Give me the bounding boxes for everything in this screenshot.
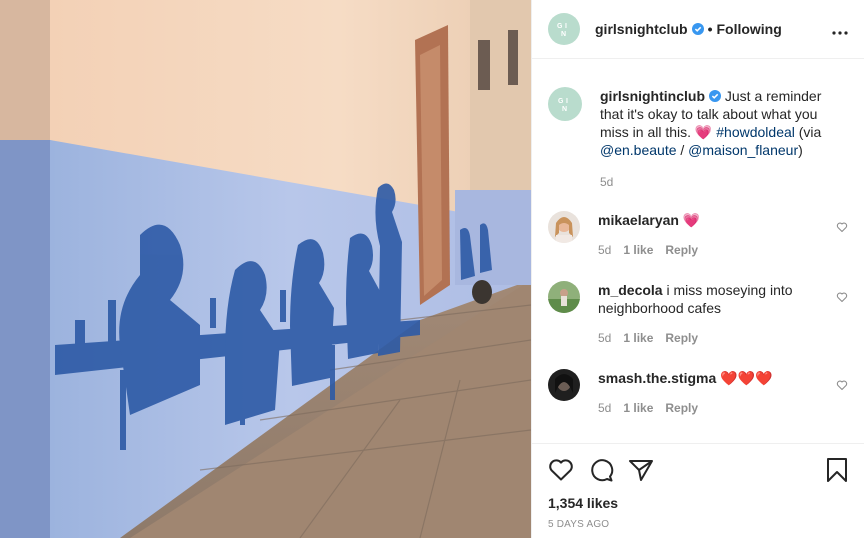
comment-body: mikaelaryan 💗 5d 1 like Reply xyxy=(598,211,848,259)
instagram-post: G I N girlsnightclub • Following G I N g… xyxy=(0,0,864,538)
comment-text: 💗 xyxy=(682,212,701,228)
post-header: G I N girlsnightclub • Following xyxy=(532,0,864,59)
comment-like-count[interactable]: 1 like xyxy=(623,401,653,415)
svg-text:N: N xyxy=(562,106,567,113)
avatar-photo-icon xyxy=(548,211,580,243)
caption-text-2: (via xyxy=(798,124,822,140)
comment-username[interactable]: smash.the.stigma xyxy=(598,370,716,386)
comment-bubble-icon[interactable] xyxy=(588,457,614,483)
mention-en-beaute[interactable]: @en.beaute xyxy=(600,142,677,158)
like-comment-heart-icon[interactable] xyxy=(836,291,848,303)
caption-time[interactable]: 5d xyxy=(600,175,613,189)
svg-text:N: N xyxy=(561,31,566,38)
comment-row: m_decola i miss moseying into neighborho… xyxy=(548,281,848,347)
caption-body: girlsnightinclub Just a reminder that it… xyxy=(600,87,848,191)
comment-time[interactable]: 5d xyxy=(598,401,611,415)
caption-text-3: ) xyxy=(798,142,803,158)
avatar-photo-icon xyxy=(548,281,580,313)
separator-dot: • xyxy=(707,21,713,37)
hashtag-link[interactable]: #howdoldeal xyxy=(716,124,795,140)
caption-meta: 5d xyxy=(600,173,848,191)
svg-text:G: G xyxy=(557,23,563,30)
comment-row: mikaelaryan 💗 5d 1 like Reply xyxy=(548,211,848,259)
more-options-icon[interactable] xyxy=(832,20,848,38)
post-panel: G I N girlsnightclub • Following G I N g… xyxy=(531,0,864,538)
gni-logo-icon: G I N xyxy=(558,98,568,113)
comment-body: m_decola i miss moseying into neighborho… xyxy=(598,281,848,347)
comment-username[interactable]: m_decola xyxy=(598,282,663,298)
post-timestamp[interactable]: 5 DAYS AGO xyxy=(548,519,848,530)
post-photo[interactable] xyxy=(0,0,531,538)
caption-username[interactable]: girlsnightinclub xyxy=(600,88,705,104)
ellipsis-icon xyxy=(832,31,848,35)
share-direct-icon[interactable] xyxy=(628,458,654,482)
comment-time[interactable]: 5d xyxy=(598,331,611,345)
photo-shadows-on-wall xyxy=(0,0,531,538)
reply-button[interactable]: Reply xyxy=(665,401,698,415)
svg-text:G: G xyxy=(558,98,564,105)
reply-button[interactable]: Reply xyxy=(665,243,698,257)
comment-body: smash.the.stigma ❤️❤️❤️ 5d 1 like Reply xyxy=(598,369,848,417)
reply-button[interactable]: Reply xyxy=(665,331,698,345)
caption: G I N girlsnightinclub Just a reminder t… xyxy=(548,87,848,191)
comment-meta: 5d 1 like Reply xyxy=(598,241,826,259)
commenter-avatar[interactable] xyxy=(548,369,580,401)
like-comment-heart-icon[interactable] xyxy=(836,221,848,233)
comments-section: G I N girlsnightinclub Just a reminder t… xyxy=(532,59,864,443)
author-avatar[interactable]: G I N xyxy=(548,13,580,45)
post-actions: 1,354 likes 5 DAYS AGO xyxy=(532,443,864,538)
comment-row: smash.the.stigma ❤️❤️❤️ 5d 1 like Reply xyxy=(548,369,848,417)
like-comment-heart-icon[interactable] xyxy=(836,379,848,391)
following-button[interactable]: Following xyxy=(716,21,781,37)
svg-text:I: I xyxy=(565,23,567,30)
verified-badge-icon xyxy=(709,90,721,102)
author-username[interactable]: girlsnightclub xyxy=(595,21,688,37)
caption-text: girlsnightinclub Just a reminder that it… xyxy=(600,87,848,159)
caption-avatar[interactable]: G I N xyxy=(548,87,582,121)
commenter-avatar[interactable] xyxy=(548,211,580,243)
like-heart-icon[interactable] xyxy=(548,458,574,482)
caption-slash: / xyxy=(680,142,685,158)
comment-meta: 5d 1 like Reply xyxy=(598,399,826,417)
comment-like-count[interactable]: 1 like xyxy=(623,331,653,345)
avatar-photo-icon xyxy=(548,369,580,401)
commenter-avatar[interactable] xyxy=(548,281,580,313)
verified-badge-icon xyxy=(691,23,704,35)
like-count[interactable]: 1,354 likes xyxy=(548,495,848,511)
comment-text: ❤️❤️❤️ xyxy=(720,370,773,386)
gni-logo-icon: G I N xyxy=(557,23,567,38)
comment-meta: 5d 1 like Reply xyxy=(598,329,826,347)
comment-like-count[interactable]: 1 like xyxy=(623,243,653,257)
pink-heart-emoji: 💗 xyxy=(694,124,713,140)
save-bookmark-icon[interactable] xyxy=(826,457,848,483)
comment-time[interactable]: 5d xyxy=(598,243,611,257)
svg-text:I: I xyxy=(566,98,568,105)
mention-maison-flaneur[interactable]: @maison_flaneur xyxy=(688,142,798,158)
comment-username[interactable]: mikaelaryan xyxy=(598,212,679,228)
action-icons xyxy=(548,454,848,486)
